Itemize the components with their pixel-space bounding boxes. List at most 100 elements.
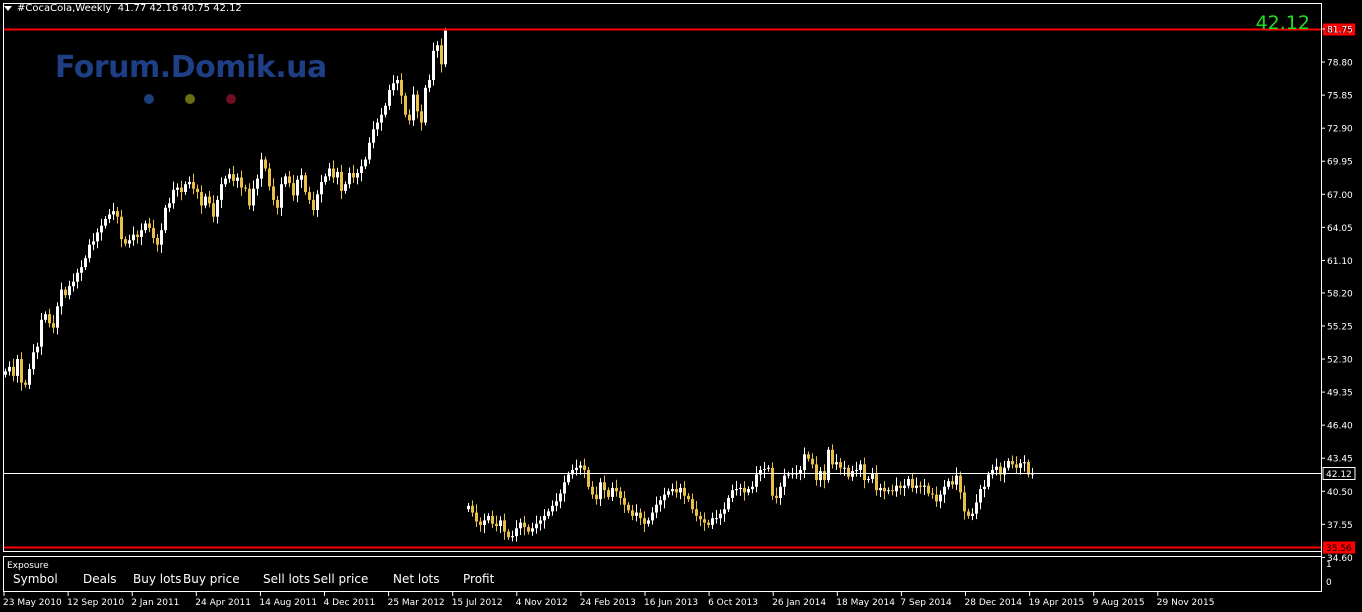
candle <box>264 156 267 172</box>
current-price-big: 42.12 <box>1255 12 1310 34</box>
candle <box>1003 460 1006 483</box>
y-tick-label: 40.50 <box>1327 488 1353 498</box>
candle <box>523 515 526 536</box>
candle <box>503 513 506 540</box>
candle <box>240 170 243 196</box>
x-tick-label: 4 Dec 2011 <box>324 598 376 608</box>
candle <box>156 233 159 252</box>
candle <box>92 233 95 251</box>
price-level-label: 35.56 <box>1326 544 1352 554</box>
candle <box>483 513 486 534</box>
x-tick-label: 28 Dec 2014 <box>965 598 1023 608</box>
candle <box>364 156 367 170</box>
candle <box>667 488 670 498</box>
x-tick-label: 6 Oct 2013 <box>708 598 758 608</box>
y-tick-label: 55.25 <box>1327 322 1353 332</box>
exposure-title: Exposure <box>7 561 49 571</box>
candle <box>48 308 51 328</box>
candle <box>200 185 203 214</box>
candle <box>60 282 63 315</box>
candle <box>643 511 646 532</box>
candle <box>332 160 335 183</box>
candle <box>675 480 678 498</box>
candle <box>647 517 650 527</box>
candle <box>587 467 590 490</box>
candle <box>184 181 187 195</box>
candle <box>124 236 127 247</box>
candle <box>188 176 191 189</box>
candle <box>96 228 99 249</box>
x-tick-label: 14 Aug 2011 <box>259 598 317 608</box>
candle <box>36 342 39 360</box>
candle <box>635 504 638 522</box>
candle <box>40 312 43 355</box>
candle <box>180 180 183 201</box>
candle <box>244 184 247 192</box>
candle <box>783 468 786 495</box>
y-tick-label: 72.90 <box>1327 125 1353 135</box>
candle <box>8 361 11 376</box>
chart-header: #CocaCola,Weekly 41.77 42.16 40.75 42.12 <box>4 3 242 14</box>
exposure-scale-bottom: 0 <box>1326 578 1332 588</box>
watermark-logo: Forum.Domik.ua <box>55 50 327 85</box>
candle <box>344 181 347 194</box>
candle <box>807 451 810 462</box>
candle <box>591 481 594 499</box>
candle <box>959 471 962 500</box>
candle <box>276 195 279 215</box>
candle <box>300 168 303 188</box>
y-tick-label: 61.10 <box>1327 257 1353 267</box>
candle <box>683 481 686 504</box>
candle <box>1011 455 1014 469</box>
candle <box>420 104 423 131</box>
candle <box>631 504 634 521</box>
candle <box>424 85 427 126</box>
candle <box>987 471 990 490</box>
candle <box>595 486 598 505</box>
candle <box>336 167 339 185</box>
candle <box>739 483 742 496</box>
candle <box>224 175 227 188</box>
candle <box>899 481 902 495</box>
candle <box>140 223 143 246</box>
candle <box>775 487 778 504</box>
candle <box>348 167 351 189</box>
candle <box>216 195 219 224</box>
dropdown-triangle-icon[interactable] <box>4 5 12 11</box>
x-tick-label: 15 Jul 2012 <box>452 598 503 608</box>
candle <box>615 479 618 497</box>
candle <box>871 467 874 484</box>
x-tick-label: 23 May 2010 <box>3 598 62 608</box>
candle <box>967 508 970 519</box>
candle <box>440 38 443 73</box>
candle <box>903 478 906 497</box>
candle <box>991 464 994 479</box>
candle <box>164 204 167 233</box>
candle <box>931 488 934 499</box>
candle <box>288 170 291 188</box>
candle <box>891 484 894 496</box>
y-tick-label: 58.20 <box>1327 289 1353 299</box>
candle <box>116 206 119 224</box>
candle <box>467 503 470 513</box>
candle <box>380 107 383 131</box>
candle <box>120 209 123 248</box>
candle <box>260 152 263 187</box>
candle <box>815 456 818 486</box>
candle <box>112 202 115 220</box>
candle <box>256 174 259 196</box>
x-tick-label: 25 Mar 2012 <box>388 598 445 608</box>
candle <box>475 504 478 528</box>
candle <box>563 475 566 502</box>
candle <box>879 483 882 497</box>
candle <box>1023 455 1026 472</box>
candle <box>408 109 411 125</box>
candle <box>727 495 730 513</box>
candle <box>703 512 706 531</box>
candle <box>655 496 658 519</box>
candle <box>172 181 175 209</box>
candle <box>511 530 514 542</box>
x-tick-label: 9 Aug 2015 <box>1093 598 1145 608</box>
candle <box>32 344 35 375</box>
candle <box>148 217 151 233</box>
